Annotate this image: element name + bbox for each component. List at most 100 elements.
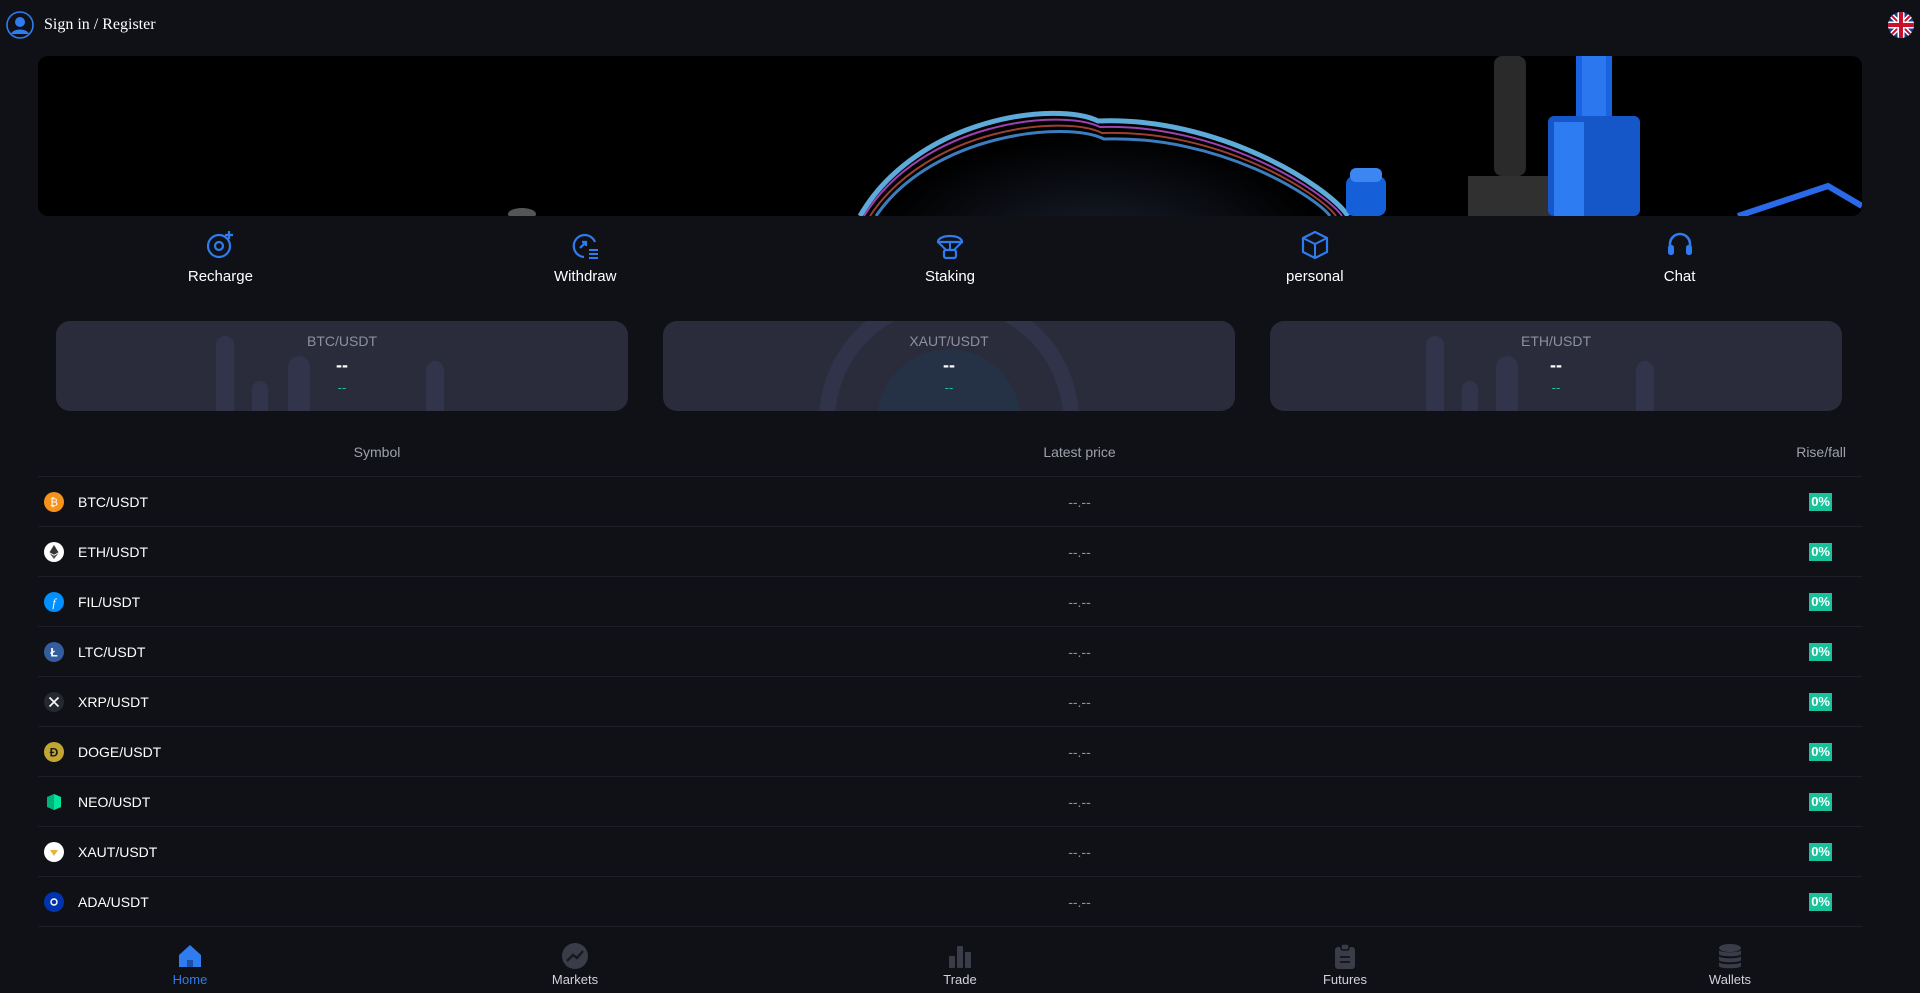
table-row[interactable]: NEO/USDT --.-- 0%	[38, 777, 1862, 827]
nav-home[interactable]: Home	[110, 930, 270, 993]
card-change: --	[337, 380, 347, 395]
table-row[interactable]: XAUT/USDT --.-- 0%	[38, 827, 1862, 877]
home-icon	[179, 945, 201, 967]
card-symbol: BTC/USDT	[307, 333, 377, 349]
card-change: --	[1551, 380, 1561, 395]
trade-icon	[949, 946, 971, 968]
futures-icon	[1335, 943, 1355, 969]
table-header: Symbol Latest price Rise/fall	[38, 428, 1862, 477]
nav-trade-label: Trade	[943, 972, 977, 987]
wallets-icon	[1719, 944, 1741, 969]
change-badge: 0%	[1809, 642, 1832, 661]
recharge-button[interactable]: Recharge	[38, 230, 403, 300]
recharge-icon	[207, 231, 234, 259]
svg-text:₿: ₿	[50, 496, 58, 509]
nav-markets-label: Markets	[551, 972, 599, 987]
svg-text:Ł: Ł	[50, 645, 57, 659]
change-badge: 0%	[1809, 892, 1832, 911]
column-header-price: Latest price	[1043, 444, 1116, 460]
column-header-change: Rise/fall	[1796, 444, 1846, 460]
nav-wallets[interactable]: Wallets	[1650, 930, 1810, 993]
nav-markets[interactable]: Markets	[495, 930, 655, 993]
latest-price: --.--	[1068, 893, 1091, 910]
change-badge: 0%	[1809, 592, 1832, 611]
card-symbol: XAUT/USDT	[909, 333, 989, 349]
promo-banner[interactable]	[38, 56, 1862, 216]
card-price: --	[336, 355, 348, 375]
bottom-nav: Home Markets Trade Futures Wallets	[0, 930, 1920, 993]
card-symbol: ETH/USDT	[1521, 333, 1591, 349]
change-badge: 0%	[1809, 792, 1832, 811]
pair-label: BTC/USDT	[78, 493, 148, 510]
personal-button[interactable]: personal	[1132, 230, 1497, 300]
latest-price: --.--	[1068, 543, 1091, 560]
pair-label: FIL/USDT	[78, 593, 141, 610]
change-badge: 0%	[1809, 542, 1832, 561]
nav-futures-label: Futures	[1322, 972, 1368, 987]
table-row[interactable]: ADA/USDT --.-- 0%	[38, 877, 1862, 927]
change-badge: 0%	[1809, 492, 1832, 511]
neo-icon	[47, 793, 61, 810]
card-price: --	[1550, 355, 1562, 375]
ticker-card-eth[interactable]: ETH/USDT -- --	[1270, 321, 1842, 411]
banner-artwork	[508, 56, 1862, 216]
column-header-symbol: Symbol	[353, 444, 401, 460]
markets-icon	[562, 943, 588, 969]
personal-label: personal	[1286, 268, 1344, 285]
ticker-card-btc[interactable]: BTC/USDT -- --	[56, 321, 628, 411]
fil-icon: f	[44, 591, 64, 612]
signin-label: Sign in / Register	[44, 16, 156, 33]
ltc-icon: Ł	[44, 641, 64, 662]
market-table: Symbol Latest price Rise/fall ₿ BTC/USDT…	[38, 428, 1862, 927]
language-button[interactable]	[1888, 12, 1914, 38]
table-row[interactable]: ₿ BTC/USDT --.-- 0%	[38, 477, 1862, 527]
chat-label: Chat	[1663, 268, 1696, 285]
table-row[interactable]: ETH/USDT --.-- 0%	[38, 527, 1862, 577]
card-price: --	[943, 355, 955, 375]
pair-label: ETH/USDT	[78, 543, 148, 560]
ticker-card-xaut[interactable]: XAUT/USDT -- --	[663, 321, 1235, 411]
ticker-cards: BTC/USDT -- -- XAUT/USDT -- -- ETH/USDT …	[56, 321, 1842, 411]
svg-text:Ð: Ð	[50, 745, 59, 759]
nav-futures[interactable]: Futures	[1265, 930, 1425, 993]
chat-button[interactable]: Chat	[1497, 230, 1862, 300]
signin-button[interactable]: Sign in / Register	[6, 11, 156, 39]
table-row[interactable]: f FIL/USDT --.-- 0%	[38, 577, 1862, 627]
nav-wallets-label: Wallets	[1708, 972, 1752, 987]
nav-trade[interactable]: Trade	[880, 930, 1040, 993]
withdraw-label: Withdraw	[553, 268, 617, 285]
latest-price: --.--	[1068, 693, 1091, 710]
table-row[interactable]: Ð DOGE/USDT --.-- 0%	[38, 727, 1862, 777]
change-badge: 0%	[1809, 742, 1832, 761]
xrp-icon	[44, 691, 64, 712]
table-row[interactable]: Ł LTC/USDT --.-- 0%	[38, 627, 1862, 677]
staking-button[interactable]: Staking	[768, 230, 1133, 300]
eth-icon	[44, 541, 64, 562]
header: Sign in / Register	[0, 0, 1920, 50]
latest-price: --.--	[1068, 793, 1091, 810]
cube-icon	[1301, 230, 1328, 260]
uk-flag-icon	[1888, 12, 1914, 38]
staking-icon	[936, 234, 964, 260]
change-badge: 0%	[1809, 842, 1832, 861]
card-change: --	[944, 380, 954, 395]
ada-icon	[44, 891, 64, 912]
xaut-icon	[44, 841, 64, 862]
headset-icon	[1667, 232, 1692, 255]
quick-actions: Recharge Withdraw Staking personal Chat	[38, 230, 1862, 300]
withdraw-button[interactable]: Withdraw	[403, 230, 768, 300]
pair-label: XAUT/USDT	[78, 843, 158, 860]
user-avatar-icon	[6, 11, 34, 39]
pair-label: XRP/USDT	[78, 693, 149, 710]
pair-label: ADA/USDT	[78, 893, 149, 910]
btc-icon: ₿	[44, 491, 64, 512]
latest-price: --.--	[1068, 643, 1091, 660]
pair-label: DOGE/USDT	[78, 743, 162, 760]
latest-price: --.--	[1068, 843, 1091, 860]
pair-label: NEO/USDT	[78, 793, 151, 810]
staking-label: Staking	[924, 268, 976, 285]
pair-label: LTC/USDT	[78, 643, 146, 660]
latest-price: --.--	[1068, 493, 1091, 510]
change-badge: 0%	[1809, 692, 1832, 711]
table-row[interactable]: XRP/USDT --.-- 0%	[38, 677, 1862, 727]
